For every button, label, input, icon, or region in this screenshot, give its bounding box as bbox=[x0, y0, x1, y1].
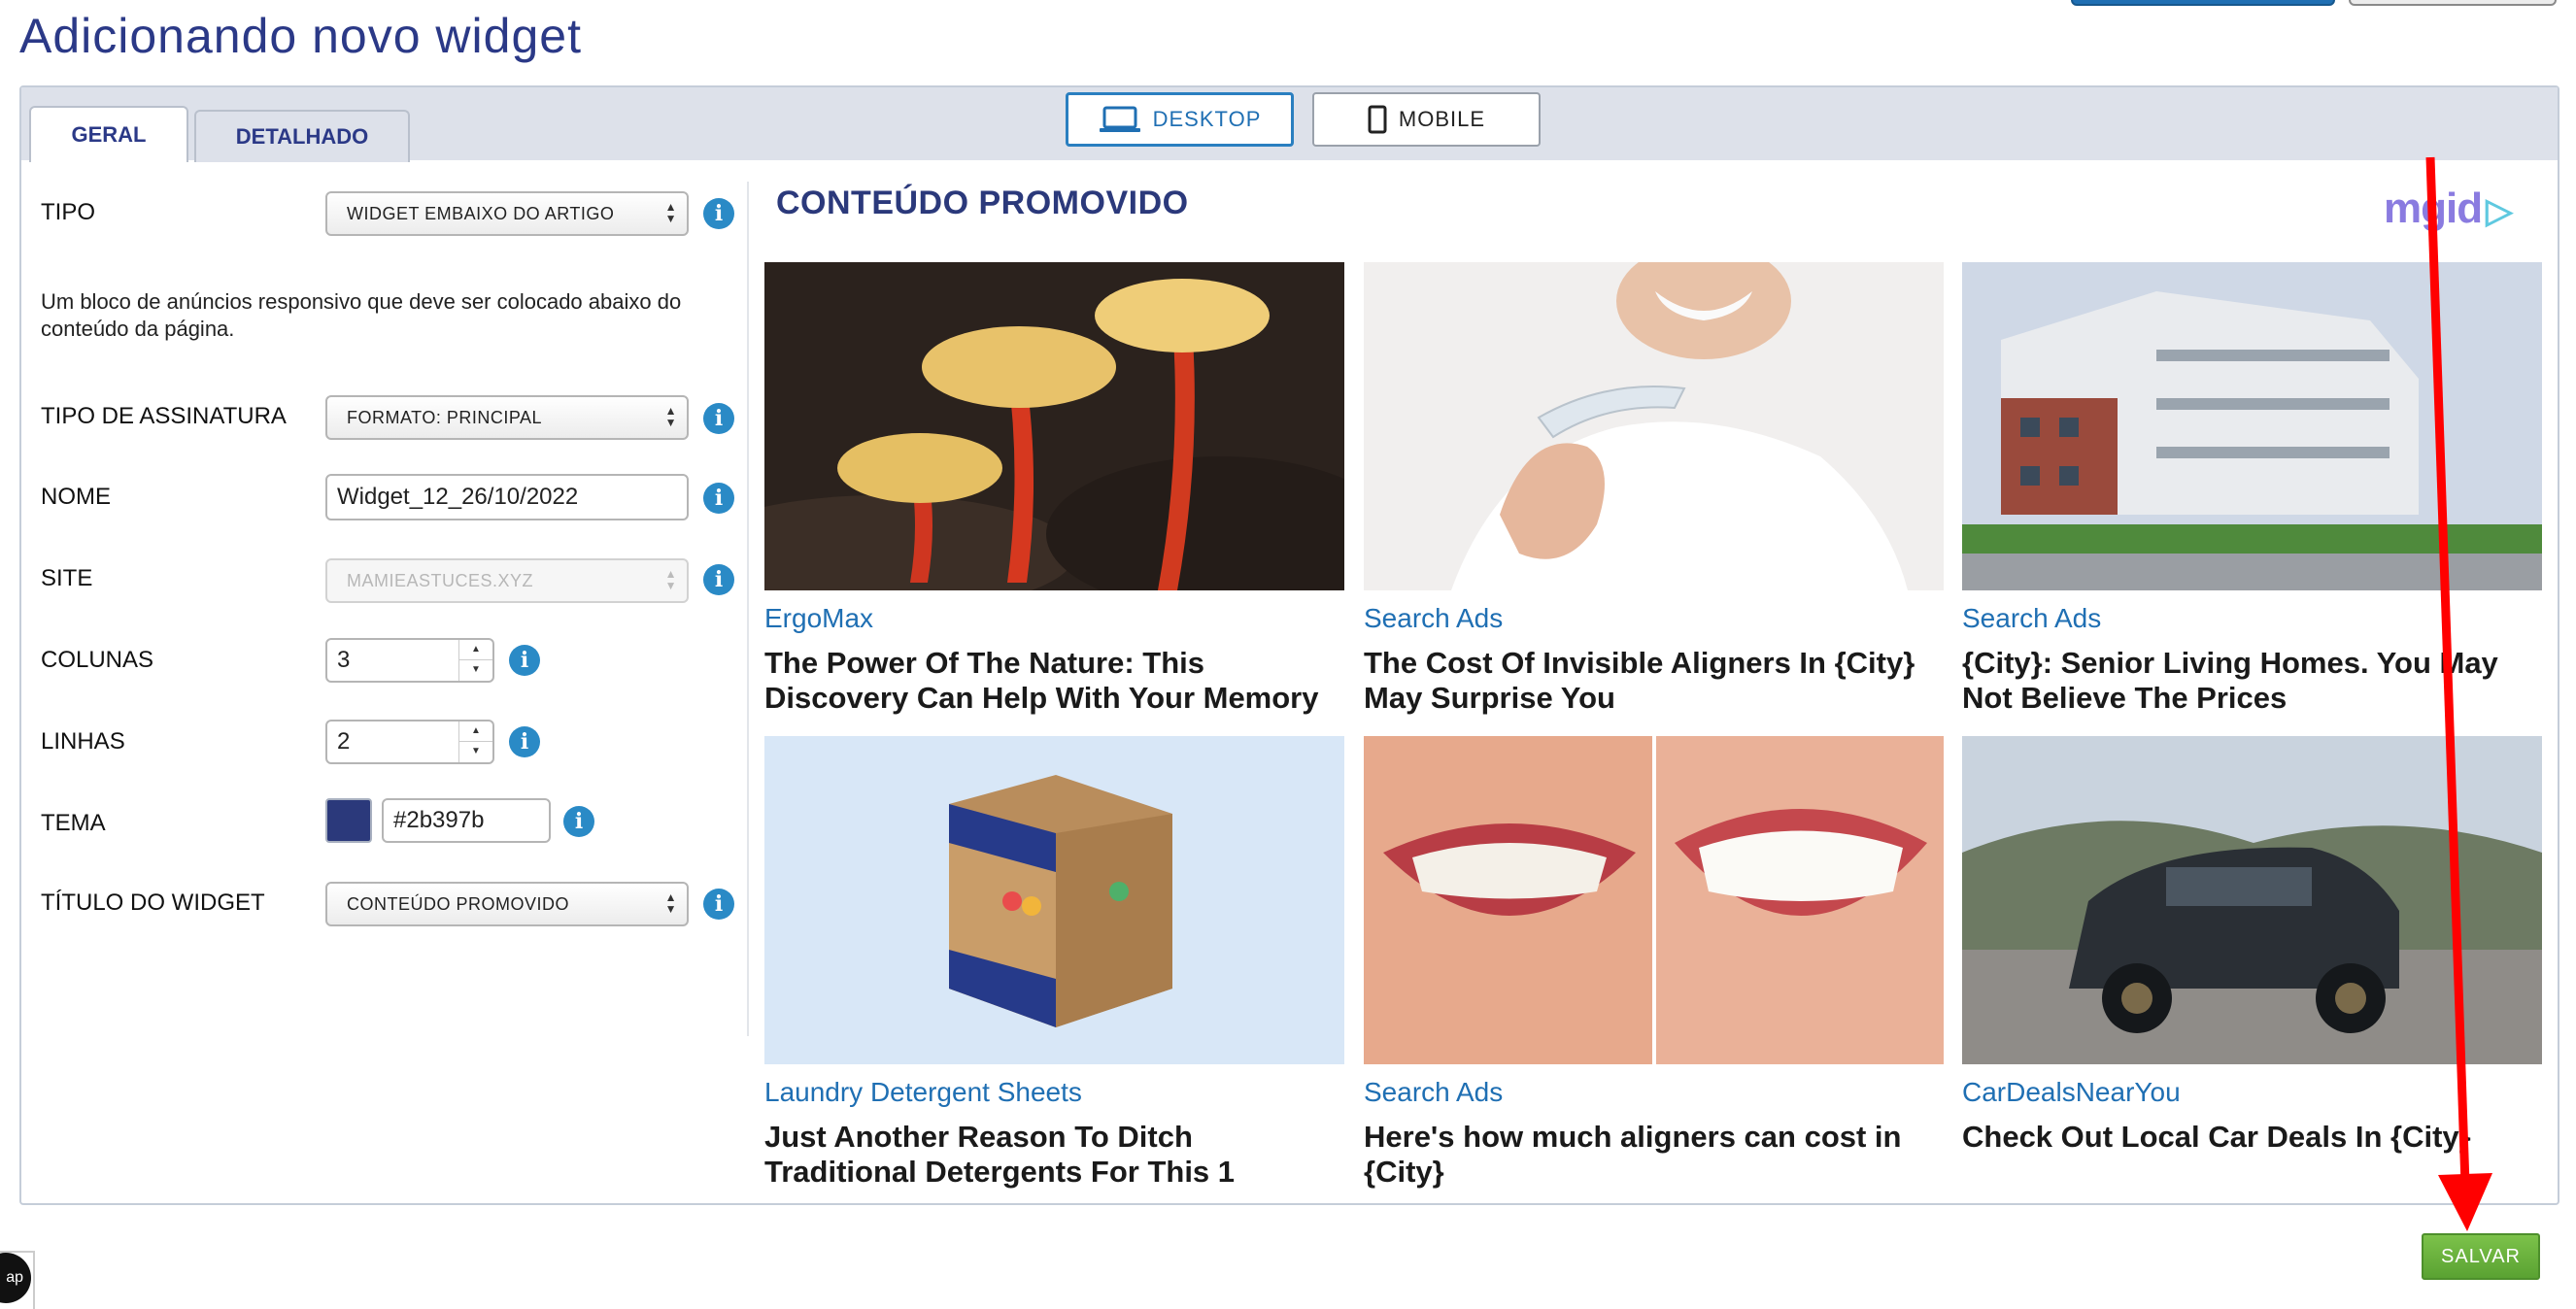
ad-card[interactable]: CarDealsNearYou Check Out Local Car Deal… bbox=[1962, 736, 2542, 1155]
titulo-select[interactable]: CONTEÚDO PROMOVIDO ▲ ▼ bbox=[325, 882, 689, 926]
colunas-value: 3 bbox=[337, 647, 351, 673]
tema-color-swatch[interactable] bbox=[325, 798, 372, 843]
ad-title[interactable]: {City}: Senior Living Homes. You May Not… bbox=[1962, 646, 2542, 716]
tipo-info-icon[interactable]: i bbox=[703, 198, 734, 229]
ad-image-teeth[interactable] bbox=[1364, 736, 1944, 1064]
site-label: SITE bbox=[41, 565, 93, 591]
tipo-select[interactable]: WIDGET EMBAIXO DO ARTIGO ▲ ▼ bbox=[325, 191, 689, 236]
ad-title[interactable]: The Power Of The Nature: This Discovery … bbox=[764, 646, 1344, 716]
ad-image-building[interactable] bbox=[1962, 262, 2542, 590]
assinatura-select[interactable]: FORMATO: PRINCIPAL ▲ ▼ bbox=[325, 395, 689, 440]
top-primary-button[interactable] bbox=[2071, 0, 2335, 6]
ad-card[interactable]: Search Ads Here's how much aligners can … bbox=[1364, 736, 1944, 1190]
tema-label: TEMA bbox=[41, 810, 106, 836]
ad-card[interactable]: Laundry Detergent Sheets Just Another Re… bbox=[764, 736, 1344, 1190]
select-arrows-icon: ▲ ▼ bbox=[664, 890, 677, 916]
select-arrows-icon: ▲ ▼ bbox=[664, 567, 677, 592]
ad-card[interactable]: Search Ads The Cost Of Invisible Aligner… bbox=[1364, 262, 1944, 716]
desktop-icon bbox=[1099, 106, 1140, 132]
ad-source[interactable]: Laundry Detergent Sheets bbox=[764, 1077, 1344, 1110]
linhas-spinner[interactable]: ▲ ▼ bbox=[458, 722, 492, 762]
colunas-info-icon[interactable]: i bbox=[509, 645, 540, 676]
linhas-value: 2 bbox=[337, 728, 351, 755]
assinatura-info-icon[interactable]: i bbox=[703, 403, 734, 434]
ad-source[interactable]: Search Ads bbox=[1364, 1077, 1944, 1110]
mobile-label: MOBILE bbox=[1398, 107, 1486, 131]
tab-geral[interactable]: GERAL bbox=[29, 106, 188, 162]
colunas-label: COLUNAS bbox=[41, 647, 154, 673]
linhas-stepper[interactable]: 2 ▲ ▼ bbox=[325, 720, 494, 764]
nome-label: NOME bbox=[41, 484, 111, 510]
titulo-info-icon[interactable]: i bbox=[703, 889, 734, 920]
panel-divider bbox=[747, 182, 749, 1036]
linhas-info-icon[interactable]: i bbox=[509, 726, 540, 757]
panel-header: GERAL DETALHADO DESKTOP MOBILE bbox=[21, 87, 2558, 162]
nome-info-icon[interactable]: i bbox=[703, 483, 734, 514]
preview-title: CONTEÚDO PROMOVIDO bbox=[776, 185, 1189, 221]
desktop-label: DESKTOP bbox=[1152, 107, 1262, 131]
mobile-view-button[interactable]: MOBILE bbox=[1312, 92, 1541, 147]
site-select[interactable]: MAMIEASTUCES.XYZ ▲ ▼ bbox=[325, 558, 689, 603]
ad-title[interactable]: The Cost Of Invisible Aligners In {City}… bbox=[1364, 646, 1944, 716]
tipo-label: TIPO bbox=[41, 199, 96, 225]
ad-image-aligner[interactable] bbox=[1364, 262, 1944, 590]
desktop-view-button[interactable]: DESKTOP bbox=[1066, 92, 1294, 147]
titulo-select-value: CONTEÚDO PROMOVIDO bbox=[347, 893, 570, 914]
ad-card[interactable]: ErgoMax The Power Of The Nature: This Di… bbox=[764, 262, 1344, 716]
nome-input[interactable]: Widget_12_26/10/2022 bbox=[325, 474, 689, 520]
colunas-spinner[interactable]: ▲ ▼ bbox=[458, 640, 492, 681]
mobile-icon bbox=[1368, 105, 1387, 134]
ad-source[interactable]: Search Ads bbox=[1962, 603, 2542, 636]
save-button[interactable]: SALVAR bbox=[2422, 1233, 2540, 1280]
ad-source[interactable]: ErgoMax bbox=[764, 603, 1344, 636]
play-icon: ▷ bbox=[2486, 190, 2513, 230]
ad-image-car[interactable] bbox=[1962, 736, 2542, 1064]
mgid-logo: mgid ▷ bbox=[2384, 185, 2513, 232]
titulo-label: TÍTULO DO WIDGET bbox=[41, 889, 265, 916]
top-secondary-button[interactable] bbox=[2349, 0, 2557, 6]
ad-title[interactable]: Just Another Reason To Ditch Traditional… bbox=[764, 1120, 1344, 1190]
colunas-stepper[interactable]: 3 ▲ ▼ bbox=[325, 638, 494, 683]
ad-card[interactable]: Search Ads {City}: Senior Living Homes. … bbox=[1962, 262, 2542, 716]
linhas-label: LINHAS bbox=[41, 728, 125, 755]
ad-image-mushrooms[interactable] bbox=[764, 262, 1344, 590]
select-arrows-icon: ▲ ▼ bbox=[664, 404, 677, 429]
tipo-select-value: WIDGET EMBAIXO DO ARTIGO bbox=[347, 203, 615, 223]
page-title: Adicionando novo widget bbox=[19, 9, 582, 63]
assinatura-select-value: FORMATO: PRINCIPAL bbox=[347, 407, 543, 427]
ad-source[interactable]: CarDealsNearYou bbox=[1962, 1077, 2542, 1110]
tipo-description: Um bloco de anúncios responsivo que deve… bbox=[41, 289, 682, 341]
assinatura-label: TIPO DE ASSINATURA bbox=[41, 403, 287, 429]
tema-info-icon[interactable]: i bbox=[563, 806, 594, 837]
tab-detalhado[interactable]: DETALHADO bbox=[194, 110, 410, 162]
select-arrows-icon: ▲ ▼ bbox=[664, 200, 677, 225]
widget-editor-panel: GERAL DETALHADO DESKTOP MOBILE TIPO WIDG… bbox=[19, 85, 2559, 1205]
ad-source[interactable]: Search Ads bbox=[1364, 603, 1944, 636]
ad-title[interactable]: Here's how much aligners can cost in {Ci… bbox=[1364, 1120, 1944, 1190]
tema-color-input[interactable]: #2b397b bbox=[382, 798, 551, 843]
site-select-value: MAMIEASTUCES.XYZ bbox=[347, 570, 534, 590]
site-info-icon[interactable]: i bbox=[703, 564, 734, 595]
ad-image-detergent[interactable] bbox=[764, 736, 1344, 1064]
ad-title[interactable]: Check Out Local Car Deals In {City} bbox=[1962, 1120, 2542, 1155]
